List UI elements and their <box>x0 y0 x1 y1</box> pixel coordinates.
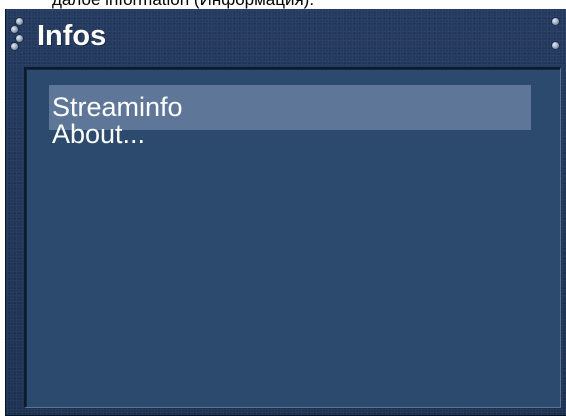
rivet-icon <box>552 42 559 49</box>
caption-strip: далое information (Информация). <box>0 0 566 9</box>
rivet-icon <box>552 18 559 25</box>
rivet-icon <box>11 43 18 50</box>
menu-panel: Streaminfo About... <box>24 67 561 408</box>
menu-item-about[interactable]: About... <box>49 112 531 157</box>
window-title: Infos <box>37 20 107 52</box>
infos-window: Infos Streaminfo About... <box>5 9 566 416</box>
rivet-icon <box>16 35 23 42</box>
rivet-icon <box>11 26 18 33</box>
rivet-icon <box>16 18 23 25</box>
menu-item-label: About... <box>52 119 146 149</box>
screen: далое information (Информация). Infos St… <box>0 0 566 416</box>
caption-text: далое information (Информация). <box>52 0 314 9</box>
info-menu: Streaminfo About... <box>49 85 531 157</box>
